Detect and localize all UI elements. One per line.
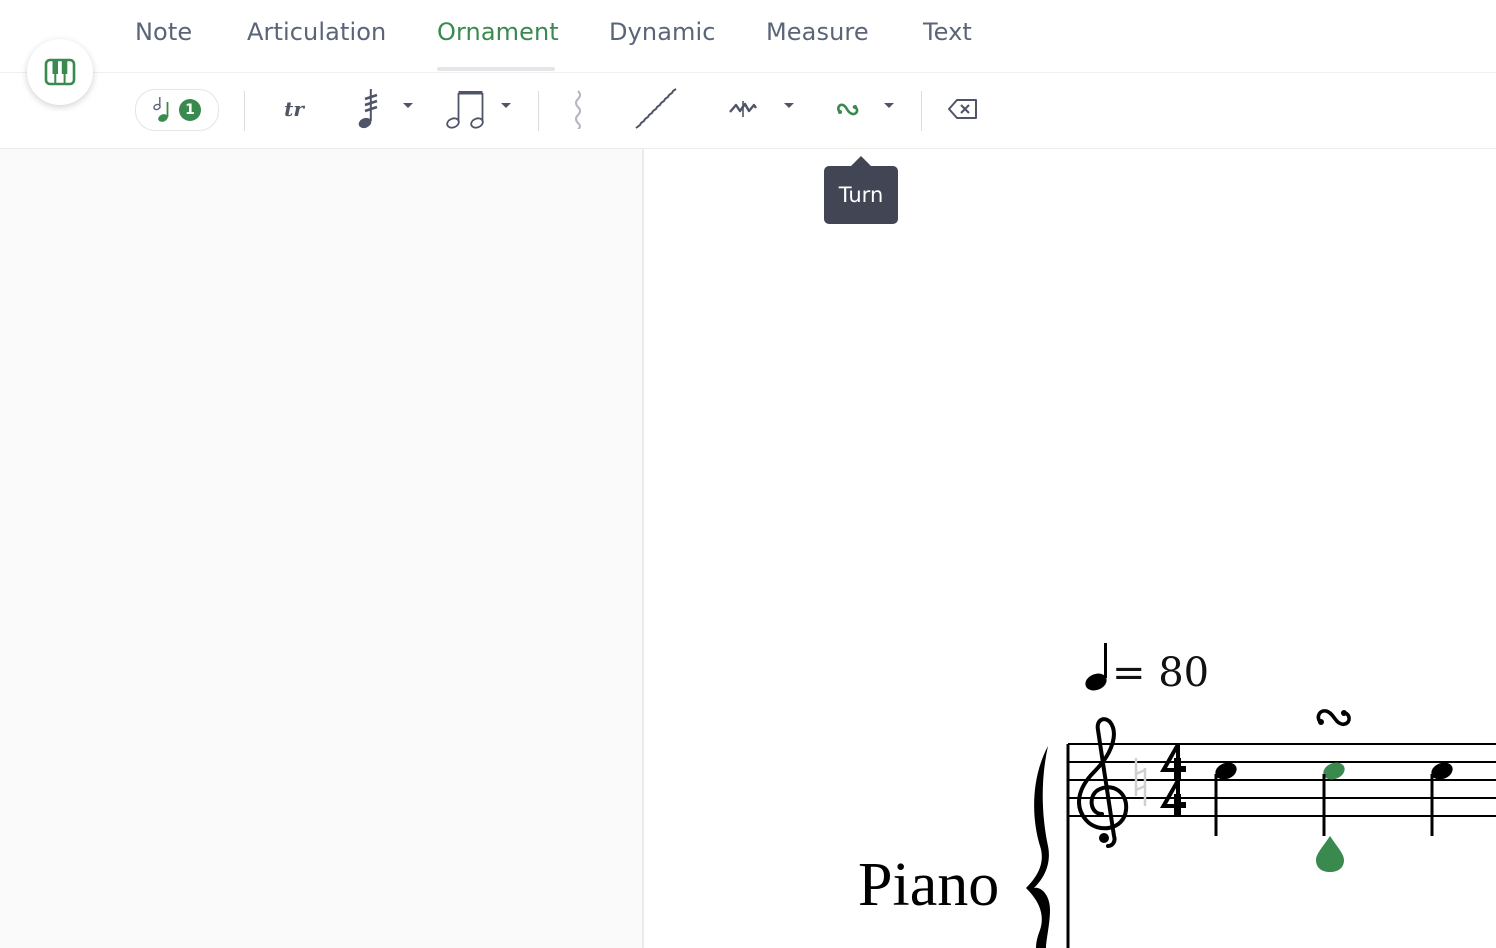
arpeggio-icon [575, 90, 581, 129]
tab-dynamic[interactable]: Dynamic [609, 18, 716, 50]
side-panel [0, 149, 644, 948]
delete-button[interactable] [946, 85, 980, 133]
ornament-toolbar: 1 tr [0, 73, 1496, 148]
active-tab-indicator [437, 67, 555, 71]
beamed-notes-button[interactable] [444, 85, 490, 133]
tab-ornament[interactable]: Ornament [437, 18, 559, 50]
arpeggio-button[interactable] [566, 85, 590, 133]
tab-measure[interactable]: Measure [766, 18, 869, 50]
toolbar-divider [244, 91, 245, 131]
tempo-marking[interactable]: = 80 [1112, 650, 1209, 696]
turn-tooltip: Turn [824, 156, 898, 224]
turn-dropdown-caret[interactable] [884, 103, 894, 108]
trill-button[interactable]: tr [276, 85, 312, 133]
score-canvas[interactable] [644, 149, 1496, 948]
tremolo-dropdown-caret[interactable] [403, 103, 413, 108]
toolbar-divider [538, 91, 539, 131]
turn-icon [837, 103, 859, 116]
piano-keyboard-icon [44, 58, 76, 86]
piano-keyboard-button[interactable] [27, 39, 93, 105]
tab-articulation[interactable]: Articulation [247, 18, 386, 50]
tab-text[interactable]: Text [923, 18, 972, 50]
delete-icon [948, 99, 977, 119]
tremolo-icon [358, 89, 378, 129]
selected-notes-pill[interactable]: 1 [135, 89, 219, 131]
turn-button[interactable] [832, 85, 864, 133]
top-toolbar: Note Articulation Ornament Dynamic Measu… [0, 0, 1496, 149]
grace-note-icon [153, 97, 169, 122]
glissando-icon [635, 88, 677, 129]
tremolo-button[interactable] [352, 85, 384, 133]
instrument-name[interactable]: Piano [858, 850, 999, 921]
beamed-notes-dropdown-caret[interactable] [501, 103, 511, 108]
beamed-notes-icon [446, 91, 484, 129]
selection-count-badge: 1 [179, 99, 201, 121]
mordent-button[interactable] [726, 85, 760, 133]
tab-bar: Note Articulation Ornament Dynamic Measu… [0, 0, 1496, 73]
trill-icon: tr [284, 97, 304, 121]
glissando-button[interactable] [630, 85, 682, 133]
tab-note[interactable]: Note [135, 18, 192, 50]
mordent-icon [729, 101, 757, 117]
mordent-dropdown-caret[interactable] [784, 103, 794, 108]
toolbar-divider [921, 91, 922, 131]
